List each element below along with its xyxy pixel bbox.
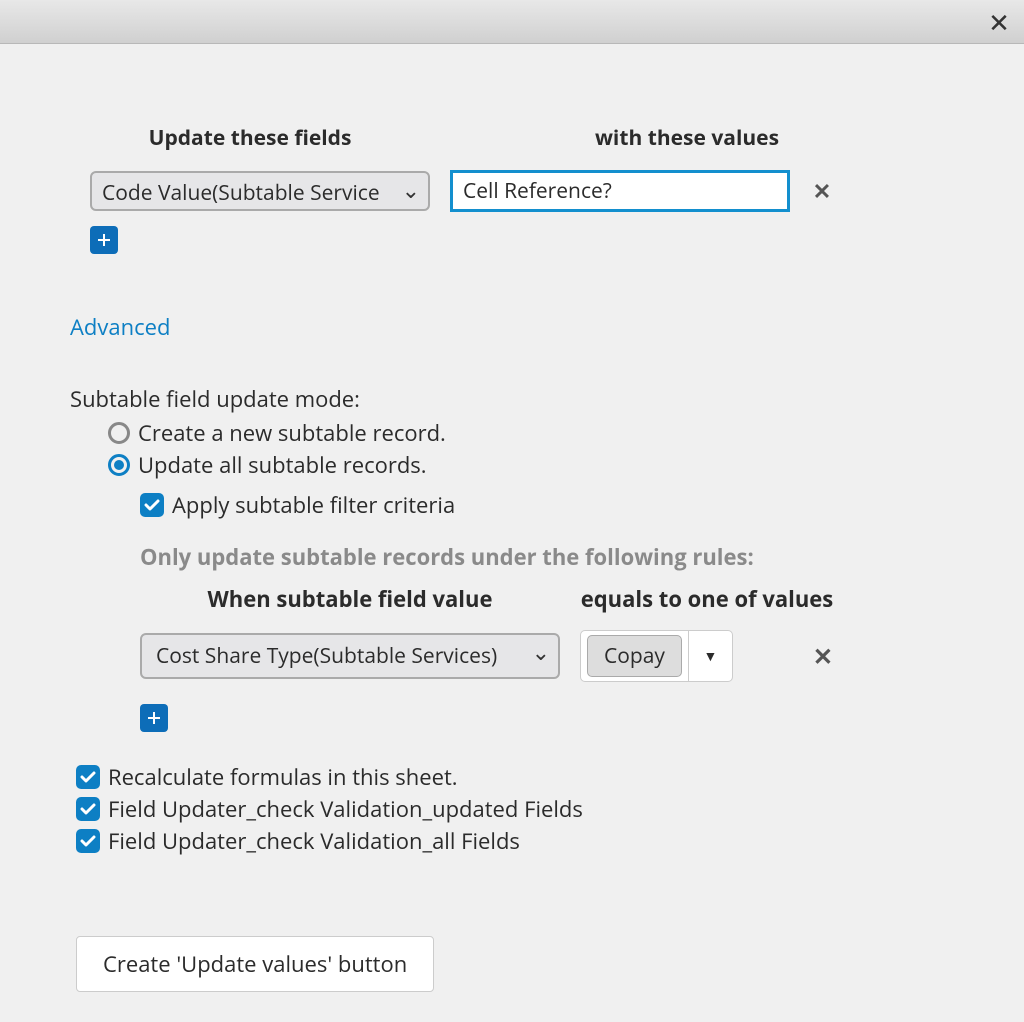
advanced-link[interactable]: Advanced — [70, 312, 170, 342]
checkbox-label: Recalculate formulas in this sheet. — [108, 762, 458, 792]
column-headers: Update these fields with these values — [70, 124, 954, 152]
remove-rule-icon[interactable]: ✕ — [813, 640, 833, 673]
filter-hint-text: Only update subtable records under the f… — [140, 542, 954, 572]
checkbox-checked-icon — [76, 829, 100, 853]
titlebar: ✕ — [0, 0, 1024, 44]
recalculate-checkbox-row[interactable]: Recalculate formulas in this sheet. — [76, 762, 954, 792]
close-icon[interactable]: ✕ — [984, 7, 1014, 37]
apply-filter-checkbox-row[interactable]: Apply subtable filter criteria — [140, 490, 954, 520]
field-value-row: Code Value(Subtable Service ✕ — [70, 170, 954, 212]
create-button[interactable]: Create 'Update values' button — [76, 936, 434, 992]
values-header: with these values — [410, 124, 954, 152]
checkbox-label: Field Updater_check Validation_updated F… — [108, 794, 583, 824]
rule-field-select[interactable]: Cost Share Type(Subtable Services) — [140, 633, 560, 679]
radio-icon-selected — [108, 454, 130, 476]
radio-update-all[interactable]: Update all subtable records. — [108, 450, 954, 480]
update-mode-radio-group: Create a new subtable record. Update all… — [108, 418, 954, 480]
checkbox-label: Apply subtable filter criteria — [172, 490, 455, 520]
radio-create-new[interactable]: Create a new subtable record. — [108, 418, 954, 448]
tag-value[interactable]: Copay — [587, 635, 682, 677]
radio-label: Create a new subtable record. — [138, 418, 446, 448]
field-select[interactable]: Code Value(Subtable Service — [90, 171, 430, 211]
add-rule-button[interactable] — [140, 704, 168, 732]
field-select-wrapper: Code Value(Subtable Service — [90, 171, 430, 211]
checkbox-checked-icon — [140, 493, 164, 517]
rule-equals-header: equals to one of values — [560, 584, 954, 614]
validation-all-checkbox-row[interactable]: Field Updater_check Validation_all Field… — [76, 826, 954, 856]
rule-when-header: When subtable field value — [140, 584, 560, 614]
validation-updated-checkbox-row[interactable]: Field Updater_check Validation_updated F… — [76, 794, 954, 824]
checkbox-label: Field Updater_check Validation_all Field… — [108, 826, 520, 856]
value-input[interactable] — [450, 170, 790, 212]
filter-rule-row: Cost Share Type(Subtable Services) Copay… — [140, 630, 954, 682]
tag-dropdown-icon[interactable]: ▼ — [688, 631, 732, 681]
rule-value-taginput[interactable]: Copay ▼ — [580, 630, 733, 682]
options-checkbox-group: Recalculate formulas in this sheet. Fiel… — [76, 762, 954, 856]
checkbox-checked-icon — [76, 797, 100, 821]
radio-label: Update all subtable records. — [138, 450, 427, 480]
dialog-content: Update these fields with these values Co… — [0, 44, 1024, 1022]
checkbox-checked-icon — [76, 765, 100, 789]
remove-row-icon[interactable]: ✕ — [810, 176, 834, 206]
add-field-row-button[interactable] — [90, 226, 118, 254]
rule-column-headers: When subtable field value equals to one … — [140, 584, 954, 614]
update-mode-label: Subtable field update mode: — [70, 384, 954, 414]
radio-icon — [108, 422, 130, 444]
rule-field-select-wrapper: Cost Share Type(Subtable Services) — [140, 633, 560, 679]
fields-header: Update these fields — [70, 124, 410, 152]
